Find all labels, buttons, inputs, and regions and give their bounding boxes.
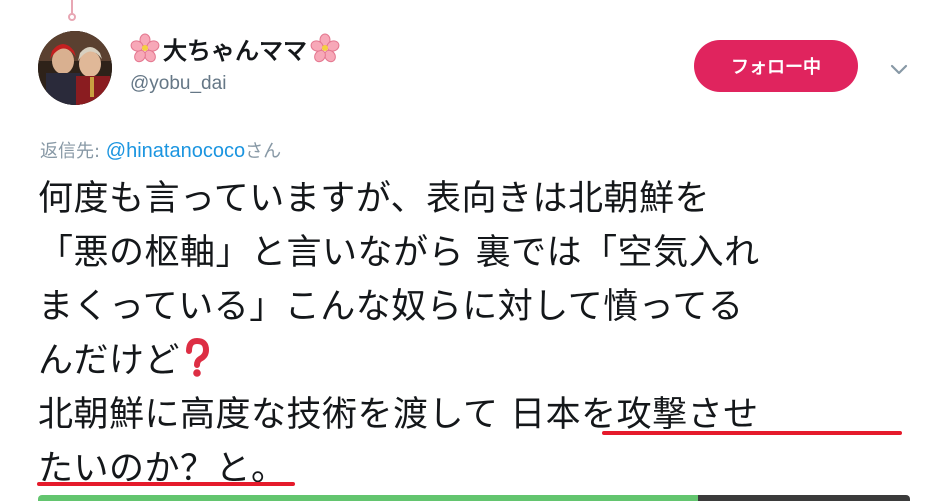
- tweet-line: たいのか？と。: [38, 449, 287, 489]
- tweet-line: んだけど: [38, 334, 938, 388]
- chevron-down-icon: [890, 64, 908, 75]
- media-thumbnail[interactable]: [698, 495, 910, 501]
- highlight-underline: [602, 431, 902, 435]
- user-handle[interactable]: @yobu_dai: [130, 73, 226, 95]
- reply-prefix: 返信先:: [40, 141, 106, 162]
- red-question-mark-icon: [186, 338, 210, 377]
- reply-suffix: さん: [245, 141, 282, 162]
- tweet-menu-button[interactable]: [886, 58, 912, 80]
- thread-connector: [67, 0, 77, 22]
- tweet-text: 何度も言っていますが、表向きは北朝鮮を 「悪の枢軸」と言いながら 裏では「空気入…: [38, 172, 938, 496]
- reply-context: 返信先: @hinatanococoさん: [40, 137, 281, 163]
- attached-media-preview[interactable]: [38, 495, 910, 501]
- display-name[interactable]: 大ちゃんママ: [163, 31, 307, 66]
- tweet-line: まくっている」こんな奴らに対して憤ってる: [38, 287, 744, 327]
- avatar[interactable]: [38, 31, 112, 105]
- tweet-line: 「悪の枢軸」と言いながら 裏では「空気入れ: [38, 233, 760, 273]
- avatar-image: [38, 31, 112, 105]
- cherry-blossom-icon: [130, 33, 160, 63]
- following-button[interactable]: フォロー中: [694, 40, 858, 92]
- name-row[interactable]: 大ちゃんママ: [130, 31, 340, 65]
- cherry-blossom-icon: [310, 33, 340, 63]
- reply-mention-link[interactable]: @hinatanococo: [106, 140, 245, 162]
- highlight-underline: [37, 482, 295, 486]
- tweet-line-text: んだけど: [38, 341, 181, 381]
- media-thumbnail[interactable]: [38, 495, 698, 501]
- tweet-line: 何度も言っていますが、表向きは北朝鮮を: [38, 179, 711, 219]
